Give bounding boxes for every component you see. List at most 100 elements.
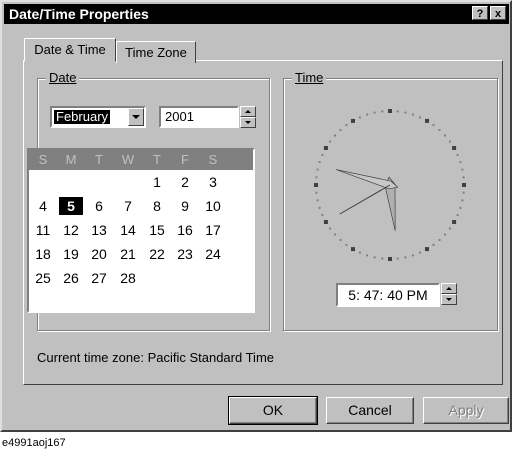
clock-minute-mark [318, 161, 321, 164]
clock-second-hand [339, 184, 391, 215]
clock-minute-mark [462, 176, 465, 179]
calendar-day[interactable]: 27 [87, 269, 111, 287]
clock-minute-mark [316, 168, 319, 171]
calendar-day[interactable]: 13 [87, 221, 111, 239]
clock-minute-mark [345, 243, 348, 246]
clock-minute-mark [358, 116, 361, 119]
year-value: 2001 [165, 109, 194, 124]
cancel-button[interactable]: Cancel [326, 397, 414, 424]
clock-minute-mark [339, 239, 342, 241]
clock-minute-mark [432, 243, 435, 246]
month-dropdown-button[interactable] [128, 108, 144, 126]
calendar-day[interactable]: 6 [87, 197, 111, 215]
calendar-day[interactable]: 8 [145, 197, 169, 215]
month-value: February [52, 109, 112, 125]
clock-minute-mark [448, 140, 451, 143]
calendar-day[interactable]: 12 [59, 221, 83, 239]
clock-minute-mark [334, 134, 336, 137]
clock-minute-mark [321, 153, 324, 156]
weekday-header: T [95, 152, 103, 167]
help-button[interactable]: ? [472, 6, 488, 20]
clock-minute-mark [316, 199, 319, 202]
calendar-day[interactable]: 15 [145, 221, 169, 239]
arrow-up-icon [245, 110, 251, 113]
calendar-day[interactable]: 23 [173, 245, 197, 263]
clock-hour-mark [452, 220, 457, 224]
year-field[interactable]: 2001 [159, 106, 239, 128]
clock-hour-mark [323, 220, 328, 224]
clock-minute-mark [456, 153, 459, 156]
calendar-day[interactable]: 19 [59, 245, 83, 263]
year-spinner[interactable] [240, 106, 256, 128]
calendar-day[interactable]: 17 [201, 221, 225, 239]
clock-minute-mark [459, 206, 462, 209]
arrow-up-icon [446, 287, 452, 290]
calendar-day[interactable]: 9 [173, 197, 197, 215]
calendar-day-selected[interactable]: 5 [59, 197, 83, 215]
clock-minute-mark [462, 191, 465, 194]
clock-hour-mark [388, 109, 392, 113]
calendar-day[interactable]: 21 [116, 245, 140, 263]
clock-minute-mark [339, 129, 342, 131]
time-value: 5: 47: 40 PM [348, 287, 428, 303]
tab-date-time[interactable]: Date & Time [24, 38, 116, 62]
calendar-weekday-header: SMTWTFS [29, 150, 253, 170]
clock-hour-mark [462, 183, 466, 187]
time-field[interactable]: 5: 47: 40 PM [336, 283, 440, 307]
clock-minute-mark [444, 134, 446, 137]
window-title: Date/Time Properties [9, 6, 149, 22]
clock-hour-mark [351, 118, 355, 123]
calendar-day[interactable]: 3 [201, 173, 225, 191]
ok-button[interactable]: OK [228, 396, 318, 425]
calendar-day[interactable]: 25 [31, 269, 55, 287]
calendar-grid[interactable]: SMTWTFS 1 2 3 4 5 6 7 8 9 10 11 12 13 14 15 16 17 18 19 20 2… [27, 148, 255, 313]
calendar-day[interactable]: 28 [116, 269, 140, 287]
clock-minute-mark [366, 113, 369, 116]
year-up-button[interactable] [240, 106, 256, 117]
calendar-day[interactable]: 10 [201, 197, 225, 215]
clock-minute-mark [419, 116, 422, 119]
time-down-button[interactable] [441, 294, 457, 305]
clock-minute-mark [334, 233, 336, 236]
close-button[interactable]: x [490, 6, 506, 20]
calendar-day[interactable]: 16 [173, 221, 197, 239]
clock-minute-mark [411, 254, 414, 257]
clock-minute-mark [366, 254, 369, 257]
calendar-day[interactable]: 18 [31, 245, 55, 263]
clock-minute-mark [373, 111, 376, 114]
clock-minute-mark [381, 257, 384, 260]
calendar-day[interactable]: 4 [31, 197, 55, 215]
calendar-day[interactable]: 11 [31, 221, 55, 239]
time-group-label: Time [292, 70, 327, 85]
clock-minute-mark [432, 124, 435, 127]
clock-minute-mark [321, 214, 324, 217]
clock-minute-mark [448, 227, 451, 230]
calendar-day[interactable]: 26 [59, 269, 83, 287]
weekday-header: W [121, 152, 135, 167]
arrow-down-icon [245, 121, 251, 124]
calendar-day[interactable]: 7 [116, 197, 140, 215]
month-select[interactable]: February [50, 106, 146, 128]
arrow-down-icon [446, 298, 452, 301]
calendar-day[interactable]: 20 [87, 245, 111, 263]
clock-minute-mark [381, 110, 384, 113]
apply-button[interactable]: Apply [423, 397, 509, 424]
calendar-day[interactable]: 24 [201, 245, 225, 263]
clock-minute-mark [315, 191, 318, 194]
calendar-day[interactable]: 2 [173, 173, 197, 191]
time-spinner[interactable] [441, 283, 457, 305]
calendar-day[interactable]: 14 [116, 221, 140, 239]
clock-minute-mark [329, 140, 332, 143]
clock-minute-mark [404, 111, 407, 114]
calendar-day[interactable]: 1 [145, 173, 169, 191]
clock-minute-mark [396, 110, 399, 113]
calendar-day[interactable]: 22 [145, 245, 169, 263]
clock-hour-mark [425, 118, 429, 123]
clock-hour-mark [388, 257, 392, 261]
year-down-button[interactable] [240, 117, 256, 128]
time-up-button[interactable] [441, 283, 457, 294]
clock-minute-mark [411, 113, 414, 116]
clock-minute-mark [444, 233, 446, 236]
analog-clock [314, 109, 466, 261]
tab-time-zone[interactable]: Time Zone [116, 41, 196, 63]
